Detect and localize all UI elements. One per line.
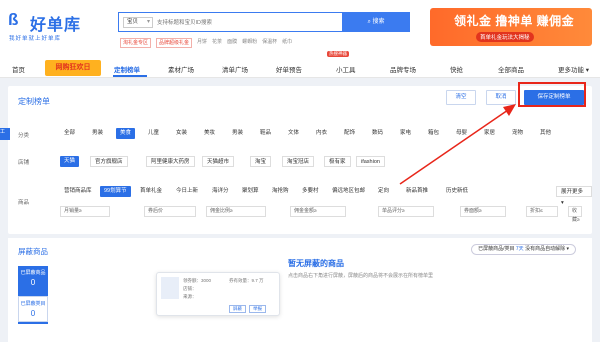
- blocked-title: 屏蔽商品: [18, 247, 48, 256]
- blocked-goods-card[interactable]: 已屏蔽商品 0: [18, 266, 48, 292]
- empty-title: 暂无屏蔽的商品: [288, 259, 344, 268]
- blocked-section: 屏蔽商品 已屏蔽商品/类目 7天 没有商品自动解除 ▾ 已屏蔽商品 0 已屏蔽类…: [8, 238, 592, 342]
- empty-subtitle: 点击商品右下角进行屏蔽，屏蔽后的商品将不会展示在所有榜单里: [288, 273, 434, 279]
- blocked-category-card[interactable]: 已屏蔽类目 0: [18, 296, 48, 322]
- product-image-placeholder: [161, 277, 179, 299]
- empty-illustration: 领券额：3000 券有效量：9.7 万 店铺： 来源： 屏蔽 举报: [156, 272, 280, 316]
- blocked-filter[interactable]: 已屏蔽商品/类目 7天 没有商品自动解除 ▾: [471, 244, 576, 255]
- blocked-counters: 已屏蔽商品 0 已屏蔽类目 0: [18, 266, 48, 324]
